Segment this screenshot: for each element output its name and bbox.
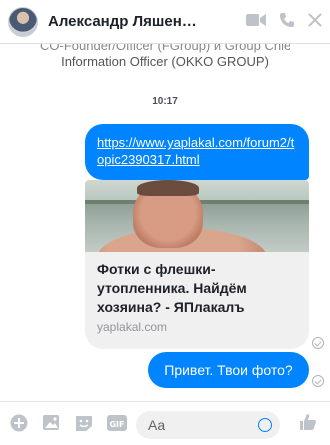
contact-name[interactable]: Александр Ляшенко <box>48 13 198 30</box>
message-timestamp: 10:17 <box>152 96 178 107</box>
add-icon[interactable] <box>10 414 28 437</box>
gif-icon[interactable]: GIF <box>106 414 128 437</box>
video-call-icon[interactable] <box>246 13 266 27</box>
emoji-icon[interactable] <box>258 418 272 432</box>
message-composer: GIF Aa <box>0 401 330 445</box>
sent-status-icon <box>312 337 324 349</box>
phone-icon[interactable] <box>279 12 295 28</box>
svg-text:GIF: GIF <box>109 420 124 429</box>
close-icon[interactable] <box>308 13 322 27</box>
link-preview-card[interactable]: Фотки с флешки-утопленника. Найдём хозяи… <box>85 180 309 349</box>
header-actions <box>246 12 322 28</box>
previous-message-line2: Information Officer (OKKO GROUP) <box>61 54 269 69</box>
link-preview-image <box>85 180 309 252</box>
sticker-icon[interactable] <box>74 414 94 437</box>
link-preview-title: Фотки с флешки-утопленника. Найдём хозяи… <box>97 261 247 315</box>
chat-header: Александр Ляшенко <box>0 0 330 44</box>
like-icon[interactable] <box>298 412 318 437</box>
message-link[interactable]: https://www.yaplakal.com/forum2/topic239… <box>97 135 294 167</box>
avatar[interactable] <box>8 6 38 37</box>
message-input[interactable]: Aa <box>136 411 280 439</box>
text-message-bubble: Привет. Твои фото? <box>148 352 309 388</box>
link-message-bubble: https://www.yaplakal.com/forum2/topic239… <box>85 124 309 180</box>
sent-status-icon <box>312 375 324 387</box>
link-preview-domain: yaplakal.com <box>97 320 168 334</box>
message-input-placeholder: Aa <box>148 417 166 433</box>
photo-icon[interactable] <box>42 414 62 437</box>
